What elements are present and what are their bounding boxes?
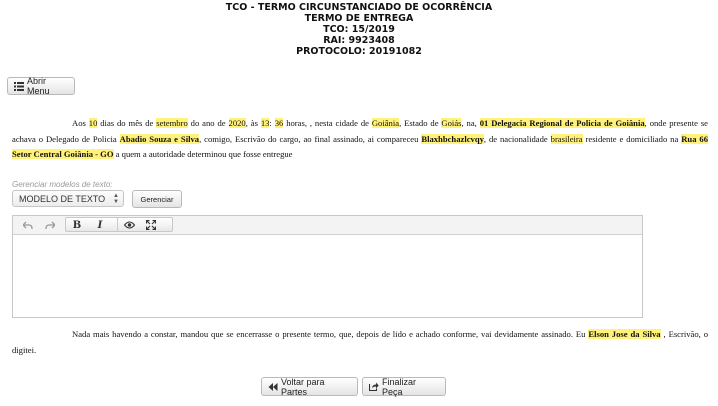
text-segment: Aos: [72, 118, 89, 128]
field-delegate: Abadio Souza e Silva: [119, 133, 200, 144]
text-segment: , de nacionalidade: [483, 133, 551, 144]
template-manage-label: Gerenciar modelos de texto:: [12, 180, 113, 189]
document-header: TCO - TERMO CIRCUNSTANCIADO DE OCORRÊNCI…: [0, 2, 718, 57]
text-segment: Nada mais havendo a constar, mandou que …: [72, 329, 589, 339]
field-clerk: Elson Jose da Silva: [588, 329, 661, 339]
header-title: TCO - TERMO CIRCUNSTANCIADO DE OCORRÊNCI…: [225, 2, 493, 13]
field-month: setembro: [156, 118, 188, 128]
header-protocol: PROTOCOLO: 20191082: [296, 46, 422, 57]
text-segment: , comigo, Escrivão do cargo, ao final as…: [199, 133, 422, 144]
text-segment: , Estado de: [399, 118, 442, 128]
rich-text-editor: B I: [12, 215, 643, 318]
header-subtitle: TERMO DE ENTREGA: [304, 13, 414, 24]
open-menu-button[interactable]: Abrir Menu: [7, 76, 75, 96]
field-police-unit: 01 Delegacia Regional de Policia de Goiâ…: [479, 118, 645, 128]
italic-icon[interactable]: I: [90, 218, 110, 232]
manage-templates-button[interactable]: Gerenciar: [132, 190, 182, 208]
field-state: Goiás: [441, 118, 462, 128]
list-icon: [14, 81, 24, 91]
text-segment: , na,: [461, 118, 480, 128]
text-segment: , às: [245, 118, 261, 128]
text-template-select[interactable]: MODELO DE TEXTO ▲ ▼: [12, 190, 124, 207]
term-paragraph: Aos 10 dias do mês de setembro do ano de…: [12, 116, 708, 163]
manage-templates-label: Gerenciar: [140, 194, 174, 204]
back-to-parties-button[interactable]: Voltar para Partes: [261, 376, 358, 397]
text-segment: residente e domiciliado na: [582, 133, 682, 144]
share-export-icon: [369, 382, 379, 391]
header-rai: RAI: 9923408: [323, 35, 395, 46]
editor-content-area[interactable]: [13, 235, 642, 327]
redo-icon[interactable]: [40, 218, 60, 232]
field-city: Goiânia: [371, 118, 400, 128]
bold-icon[interactable]: B: [67, 218, 87, 232]
closing-paragraph: Nada mais havendo a constar, mandou que …: [12, 327, 708, 358]
fast-backward-icon: [268, 382, 278, 391]
preview-eye-icon[interactable]: [119, 218, 139, 232]
field-nationality: brasileira: [550, 133, 583, 144]
text-template-select-value: MODELO DE TEXTO: [19, 193, 106, 204]
select-arrows-icon: ▲ ▼: [113, 193, 119, 205]
text-segment: do ano de: [187, 118, 229, 128]
text-segment: a quem a autoridade determinou que fosse…: [113, 149, 293, 159]
editor-toolbar: B I: [13, 216, 642, 235]
finish-piece-label: Finalizar Peça: [382, 376, 417, 397]
fullscreen-icon[interactable]: [141, 218, 161, 232]
back-to-parties-label: Voltar para Partes: [281, 376, 325, 397]
field-person: Blaxhbchazlcvqy: [421, 133, 484, 144]
header-tco: TCO: 15/2019: [323, 24, 395, 35]
text-segment: horas, , nesta cidade de: [283, 118, 372, 128]
field-year: 2020: [228, 118, 246, 128]
undo-icon[interactable]: [18, 218, 38, 232]
text-segment: dias do mês de: [97, 118, 157, 128]
open-menu-label: Abrir Menu: [27, 76, 50, 96]
text-segment: :: [269, 118, 275, 128]
finish-piece-button[interactable]: Finalizar Peça: [362, 376, 446, 397]
